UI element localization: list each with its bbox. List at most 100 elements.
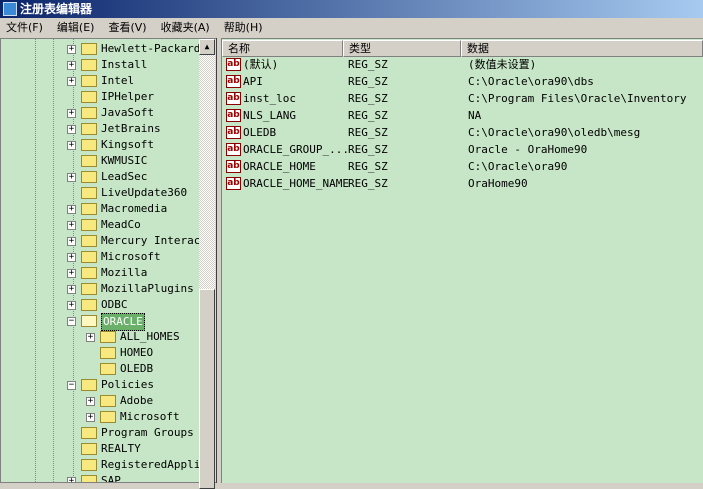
tree-item[interactable]: + Kingsoft xyxy=(1,137,200,153)
minus-expander-icon[interactable]: − xyxy=(67,381,76,390)
value-data: C:\Oracle\ora90 xyxy=(468,160,568,173)
value-row[interactable]: ab NLS_LANG REG_SZ NA xyxy=(222,107,703,124)
folder-icon xyxy=(81,203,97,215)
plus-expander-icon[interactable]: + xyxy=(67,109,76,118)
tree-item[interactable]: − Policies xyxy=(1,377,200,393)
value-row[interactable]: ab ORACLE_HOME REG_SZ C:\Oracle\ora90 xyxy=(222,158,703,175)
tree-scrollbar[interactable]: ▲ xyxy=(199,39,215,489)
tree-item[interactable]: + Macromedia xyxy=(1,201,200,217)
menu-edit[interactable]: 编辑(E) xyxy=(51,18,103,37)
tree-item[interactable]: + SAP xyxy=(1,473,200,482)
plus-expander-icon[interactable]: + xyxy=(67,141,76,150)
value-name: ORACLE_GROUP_... xyxy=(243,143,349,156)
tree-item[interactable]: + JetBrains xyxy=(1,121,200,137)
value-data: C:\Program Files\Oracle\Inventory xyxy=(468,92,687,105)
tree-item[interactable]: HOMEO xyxy=(1,345,200,361)
tree-item[interactable]: + MozillaPlugins xyxy=(1,281,200,297)
value-type: REG_SZ xyxy=(348,109,388,122)
folder-icon xyxy=(81,443,97,455)
plus-expander-icon[interactable]: + xyxy=(86,333,95,342)
plus-expander-icon[interactable]: + xyxy=(67,125,76,134)
folder-icon xyxy=(81,379,97,391)
tree-item[interactable]: OLEDB xyxy=(1,361,200,377)
folder-icon xyxy=(81,59,97,71)
tree-item-label: Program Groups xyxy=(101,426,194,439)
plus-expander-icon[interactable]: + xyxy=(67,237,76,246)
value-row[interactable]: ab ORACLE_HOME_NAME REG_SZ OraHome90 xyxy=(222,175,703,192)
tree-item[interactable]: + MeadCo xyxy=(1,217,200,233)
folder-icon xyxy=(81,459,97,471)
menu-file[interactable]: 文件(F) xyxy=(0,18,51,37)
plus-expander-icon[interactable]: + xyxy=(67,173,76,182)
plus-expander-icon[interactable]: + xyxy=(86,413,95,422)
value-row[interactable]: ab API REG_SZ C:\Oracle\ora90\dbs xyxy=(222,73,703,90)
value-row[interactable]: ab inst_loc REG_SZ C:\Program Files\Oracle\… xyxy=(222,90,703,107)
tree-item[interactable]: REALTY xyxy=(1,441,200,457)
scroll-thumb[interactable] xyxy=(199,289,215,489)
tree-item[interactable]: RegisteredApplic xyxy=(1,457,207,473)
plus-expander-icon[interactable]: + xyxy=(86,397,95,406)
plus-expander-icon[interactable]: + xyxy=(67,253,76,262)
tree-item-label: Macromedia xyxy=(101,202,168,215)
folder-icon xyxy=(81,123,97,135)
value-data: NA xyxy=(468,109,482,122)
tree-item[interactable]: + Intel xyxy=(1,73,200,89)
folder-icon xyxy=(81,139,97,151)
tree-item[interactable]: + Mozilla xyxy=(1,265,200,281)
tree-item[interactable]: + ALL_HOMES xyxy=(1,329,200,345)
tree-item[interactable]: KWMUSIC xyxy=(1,153,200,169)
column-data[interactable]: 数据 xyxy=(461,40,703,57)
tree-item[interactable]: − ORACLE xyxy=(1,313,200,331)
plus-expander-icon[interactable]: + xyxy=(67,205,76,214)
tree-item[interactable]: LiveUpdate360 xyxy=(1,185,200,201)
tree-item-label: OLEDB xyxy=(120,362,154,375)
plus-expander-icon[interactable]: + xyxy=(67,285,76,294)
tree-item[interactable]: + Install xyxy=(1,57,200,73)
tree-item[interactable]: Program Groups xyxy=(1,425,200,441)
menu-view[interactable]: 查看(V) xyxy=(102,18,154,37)
folder-icon xyxy=(81,283,97,295)
plus-expander-icon[interactable]: + xyxy=(67,221,76,230)
tree-item-label: ODBC xyxy=(101,298,128,311)
tree-item-label: ALL_HOMES xyxy=(120,330,180,343)
plus-expander-icon[interactable]: + xyxy=(67,269,76,278)
folder-icon xyxy=(81,267,97,279)
value-name: inst_loc xyxy=(243,92,296,105)
folder-icon xyxy=(100,363,116,375)
folder-icon xyxy=(81,187,97,199)
tree-item[interactable]: + ODBC xyxy=(1,297,200,313)
plus-expander-icon[interactable]: + xyxy=(67,301,76,310)
folder-icon xyxy=(81,475,97,482)
value-row[interactable]: ab ORACLE_GROUP_... REG_SZ Oracle - OraHome… xyxy=(222,141,703,158)
value-row[interactable]: ab OLEDB REG_SZ C:\Oracle\ora90\oledb\mesg xyxy=(222,124,703,141)
tree-item[interactable]: IPHelper xyxy=(1,89,200,105)
column-name[interactable]: 名称 xyxy=(222,40,343,57)
menu-help[interactable]: 帮助(H) xyxy=(218,18,271,37)
scroll-up-button[interactable]: ▲ xyxy=(199,39,215,55)
folder-icon xyxy=(81,251,97,263)
values-list: 名称 类型 数据 ab (默认) REG_SZ (数值未设置) ab API REG_SZ C… xyxy=(222,38,703,483)
plus-expander-icon[interactable]: + xyxy=(67,61,76,70)
plus-expander-icon[interactable]: + xyxy=(67,77,76,86)
folder-icon xyxy=(100,411,116,423)
column-type[interactable]: 类型 xyxy=(343,40,461,57)
tree-item[interactable]: + Mercury Interact xyxy=(1,233,207,249)
tree-item[interactable]: + Microsoft xyxy=(1,409,200,425)
tree-item[interactable]: + Microsoft xyxy=(1,249,200,265)
minus-expander-icon[interactable]: − xyxy=(67,317,76,326)
plus-expander-icon[interactable]: + xyxy=(67,45,76,54)
menu-favorites[interactable]: 收藏夹(A) xyxy=(155,18,218,37)
folder-icon xyxy=(81,91,97,103)
tree-item[interactable]: + JavaSoft xyxy=(1,105,200,121)
tree-item[interactable]: + Hewlett-Packard xyxy=(1,41,200,57)
tree-item-label: HOMEO xyxy=(120,346,154,359)
folder-icon xyxy=(100,331,116,343)
value-row[interactable]: ab (默认) REG_SZ (数值未设置) xyxy=(222,56,703,73)
tree-item[interactable]: + LeadSec xyxy=(1,169,200,185)
value-type: REG_SZ xyxy=(348,160,388,173)
tree-item[interactable]: + Adobe xyxy=(1,393,200,409)
plus-expander-icon[interactable]: + xyxy=(67,477,76,482)
tree-item-label: Microsoft xyxy=(120,410,180,423)
string-value-icon: ab xyxy=(226,92,241,105)
folder-icon xyxy=(81,107,97,119)
